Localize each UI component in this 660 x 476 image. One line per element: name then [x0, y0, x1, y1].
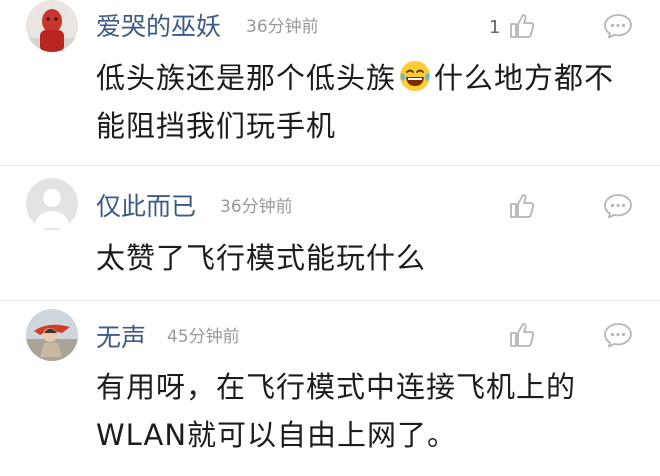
avatar[interactable] [26, 309, 78, 361]
comment-bubble-icon[interactable] [603, 322, 633, 348]
timestamp: 45分钟前 [167, 327, 240, 347]
like-count: 1 [489, 17, 501, 38]
comment-text-part: 低头族还是那个低头族 [96, 61, 397, 95]
comment-text: 低头族还是那个低头族 什么地方都不能阻挡我们玩手机 [96, 54, 641, 150]
comment-item: 无声 45分钟前 有用呀，在飞行模式中连接飞机上的WLAN就可以自由上网了。 [0, 301, 660, 476]
comment-text: 有用呀，在飞行模式中连接飞机上的WLAN就可以自由上网了。 [96, 370, 577, 452]
comment-bubble-icon[interactable] [603, 193, 633, 219]
timestamp: 36分钟前 [246, 17, 319, 37]
username[interactable]: 爱哭的巫妖 [96, 14, 221, 39]
laughing-tears-emoji [400, 61, 431, 91]
comment-bubble-icon[interactable] [603, 13, 633, 39]
thumbs-up-icon[interactable] [508, 192, 536, 220]
username[interactable]: 仅此而已 [96, 194, 196, 219]
comment-item: 爱哭的巫妖 36分钟前 1 低头族还是那个低头族 什么地方都不能阻挡我们玩手机 [0, 0, 660, 165]
avatar[interactable] [26, 0, 78, 52]
thumbs-up-icon[interactable] [508, 321, 536, 349]
comment-item: 仅此而已 36分钟前 太赞了飞行模式能玩什么 [0, 166, 660, 300]
username[interactable]: 无声 [96, 325, 146, 350]
avatar[interactable] [26, 178, 78, 230]
thumbs-up-icon[interactable] [508, 12, 536, 40]
timestamp: 36分钟前 [220, 197, 293, 217]
comment-text: 太赞了飞行模式能玩什么 [96, 241, 427, 275]
